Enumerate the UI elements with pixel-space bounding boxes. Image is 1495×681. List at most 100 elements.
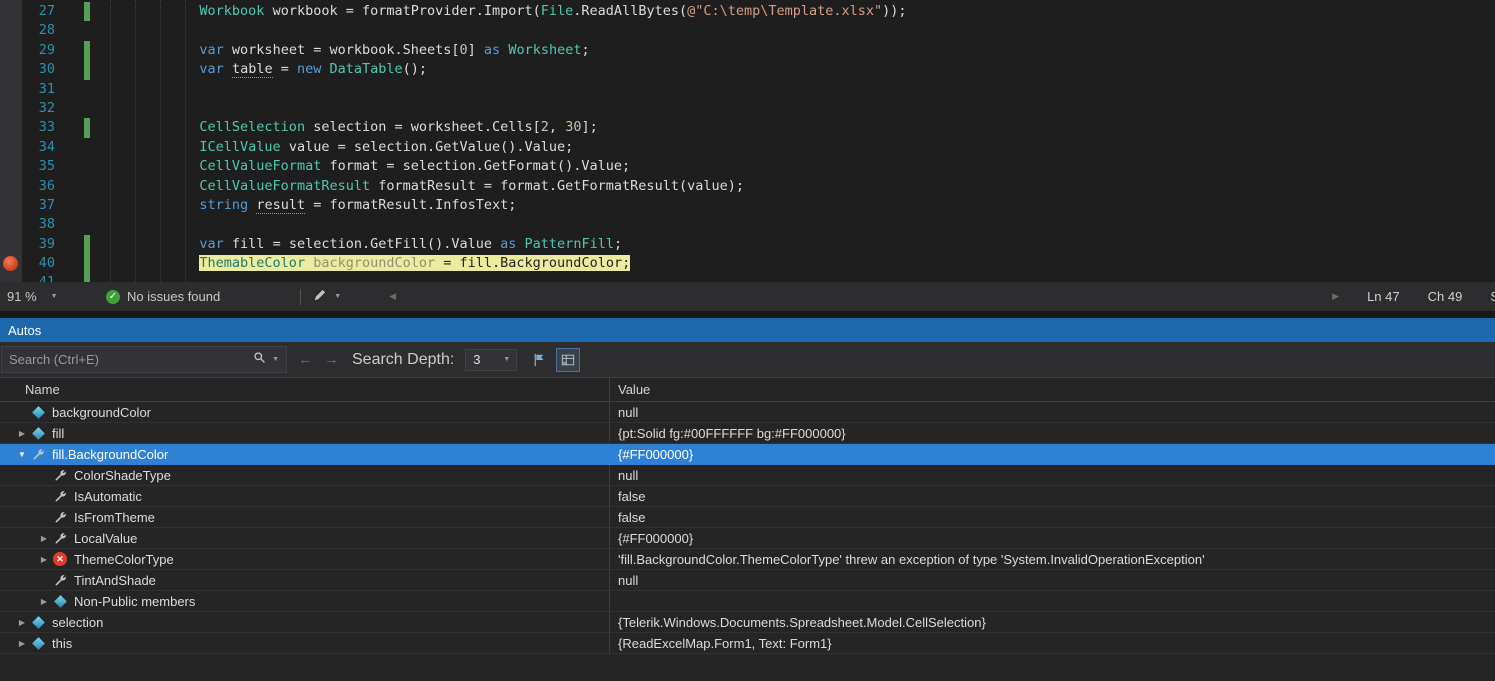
- editor-status-strip: 91 % ▼ ✓ No issues found ▼ ◀ ▶ Ln 47 Ch …: [0, 282, 1495, 311]
- hscroll-left-arrow[interactable]: ◀: [389, 291, 396, 302]
- breakpoint-gutter-cell[interactable]: [0, 157, 22, 176]
- variable-row[interactable]: ▶this{ReadExcelMap.Form1, Text: Form1}: [0, 633, 1495, 654]
- code-text[interactable]: var worksheet = workbook.Sheets[0] as Wo…: [110, 41, 590, 60]
- change-tracking-bar: [84, 118, 90, 137]
- line-number: 36: [22, 177, 60, 196]
- code-text[interactable]: var fill = selection.GetFill().Value as …: [110, 235, 622, 254]
- code-line: 34 ICellValue value = selection.GetValue…: [0, 138, 1495, 157]
- variable-value[interactable]: null: [610, 465, 1495, 485]
- document-health-indicator[interactable]: ✓ No issues found: [106, 289, 220, 304]
- line-number: 28: [22, 21, 60, 40]
- breakpoint-gutter-cell[interactable]: [0, 177, 22, 196]
- variable-name-cell[interactable]: IsFromTheme: [0, 507, 610, 527]
- code-text[interactable]: ICellValue value = selection.GetValue().…: [110, 138, 573, 157]
- variable-row[interactable]: ▶LocalValue{#FF000000}: [0, 528, 1495, 549]
- code-text[interactable]: Workbook workbook = formatProvider.Impor…: [110, 2, 907, 21]
- variable-row[interactable]: ▶✕ThemeColorType'fill.BackgroundColor.Th…: [0, 549, 1495, 570]
- expand-arrow-icon[interactable]: ▶: [14, 429, 30, 438]
- variable-value[interactable]: {#FF000000}: [610, 444, 1495, 464]
- breakpoint-gutter-cell[interactable]: [0, 99, 22, 118]
- breakpoint-gutter-cell[interactable]: [0, 273, 22, 282]
- variable-value[interactable]: false: [610, 486, 1495, 506]
- variable-row[interactable]: IsAutomaticfalse: [0, 486, 1495, 507]
- variable-value[interactable]: [610, 591, 1495, 611]
- expand-arrow-icon[interactable]: ▶: [36, 597, 52, 606]
- field-icon: [52, 593, 68, 609]
- name-column-header[interactable]: Name: [0, 378, 610, 401]
- variable-name-cell[interactable]: ▶LocalValue: [0, 528, 610, 548]
- code-line: 28: [0, 21, 1495, 40]
- breakpoint-gutter-cell[interactable]: [0, 215, 22, 234]
- value-column-header[interactable]: Value: [610, 378, 1495, 401]
- breakpoint-gutter-cell[interactable]: [0, 235, 22, 254]
- code-line: 41: [0, 273, 1495, 282]
- variable-value[interactable]: {#FF000000}: [610, 528, 1495, 548]
- zoom-control[interactable]: 91 % ▼: [0, 289, 72, 304]
- variable-row[interactable]: ▶Non-Public members: [0, 591, 1495, 612]
- variable-row[interactable]: ▼fill.BackgroundColor{#FF000000}: [0, 444, 1495, 465]
- breakpoint-gutter-cell[interactable]: [0, 196, 22, 215]
- edit-tracking-control[interactable]: ▼: [313, 288, 341, 305]
- variable-value[interactable]: false: [610, 507, 1495, 527]
- breakpoint-gutter-cell[interactable]: [0, 21, 22, 40]
- expand-arrow-icon[interactable]: ▶: [36, 534, 52, 543]
- search-icon[interactable]: [253, 351, 266, 369]
- code-text[interactable]: CellValueFormat format = selection.GetFo…: [110, 157, 630, 176]
- change-tracking-bar: [84, 99, 90, 118]
- code-text[interactable]: string result = formatResult.InfosText;: [110, 196, 516, 215]
- variable-value[interactable]: 'fill.BackgroundColor.ThemeColorType' th…: [610, 549, 1495, 569]
- code-editor[interactable]: 27 Workbook workbook = formatProvider.Im…: [0, 0, 1495, 282]
- variable-name-cell[interactable]: ▶this: [0, 633, 610, 653]
- variable-name-cell[interactable]: ColorShadeType: [0, 465, 610, 485]
- breakpoint-icon[interactable]: [3, 256, 18, 271]
- grid-toggle-icon[interactable]: [556, 348, 580, 372]
- breakpoint-gutter-cell[interactable]: [0, 2, 22, 21]
- variable-row[interactable]: ▶selection{Telerik.Windows.Documents.Spr…: [0, 612, 1495, 633]
- variable-name-cell[interactable]: ▶Non-Public members: [0, 591, 610, 611]
- variable-value[interactable]: {Telerik.Windows.Documents.Spreadsheet.M…: [610, 612, 1495, 632]
- search-depth-select[interactable]: 3 ▼: [465, 349, 517, 371]
- autos-title-bar[interactable]: Autos: [0, 318, 1495, 342]
- breakpoint-gutter-cell[interactable]: [0, 41, 22, 60]
- property-wrench-icon: [52, 530, 68, 546]
- variable-value[interactable]: {pt:Solid fg:#00FFFFFF bg:#FF000000}: [610, 423, 1495, 443]
- search-next-button[interactable]: →: [324, 351, 339, 368]
- variable-name-cell[interactable]: TintAndShade: [0, 570, 610, 590]
- breakpoint-gutter-cell[interactable]: [0, 80, 22, 99]
- expand-arrow-icon[interactable]: ▶: [36, 555, 52, 564]
- code-line: 39 var fill = selection.GetFill().Value …: [0, 235, 1495, 254]
- variable-name-cell[interactable]: backgroundColor: [0, 402, 610, 422]
- variable-name-cell[interactable]: IsAutomatic: [0, 486, 610, 506]
- variable-value[interactable]: {ReadExcelMap.Form1, Text: Form1}: [610, 633, 1495, 653]
- variable-value[interactable]: null: [610, 402, 1495, 422]
- breakpoint-gutter-cell[interactable]: [0, 60, 22, 79]
- hscroll-right-arrow[interactable]: ▶: [1332, 291, 1339, 302]
- breakpoint-gutter-cell[interactable]: [0, 254, 22, 273]
- autos-grid-header: Name Value: [0, 378, 1495, 402]
- editor-lines: 27 Workbook workbook = formatProvider.Im…: [0, 2, 1495, 282]
- expand-arrow-icon[interactable]: ▶: [14, 639, 30, 648]
- expand-arrow-icon[interactable]: ▶: [14, 618, 30, 627]
- variable-row[interactable]: backgroundColornull: [0, 402, 1495, 423]
- autos-rows: backgroundColornull▶fill{pt:Solid fg:#00…: [0, 402, 1495, 654]
- breakpoint-gutter-cell[interactable]: [0, 138, 22, 157]
- search-input[interactable]: Search (Ctrl+E) ▼: [1, 346, 287, 373]
- variable-row[interactable]: ColorShadeTypenull: [0, 465, 1495, 486]
- code-text[interactable]: var table = new DataTable();: [110, 60, 427, 79]
- variable-row[interactable]: ▶fill{pt:Solid fg:#00FFFFFF bg:#FF000000…: [0, 423, 1495, 444]
- variable-name-cell[interactable]: ▶fill: [0, 423, 610, 443]
- code-text[interactable]: CellValueFormatResult formatResult = for…: [110, 177, 744, 196]
- search-prev-button[interactable]: ←: [298, 351, 313, 368]
- variable-name-cell[interactable]: ▶selection: [0, 612, 610, 632]
- code-text[interactable]: CellSelection selection = worksheet.Cell…: [110, 118, 598, 137]
- variable-row[interactable]: IsFromThemefalse: [0, 507, 1495, 528]
- breakpoint-gutter-cell[interactable]: [0, 118, 22, 137]
- variable-value[interactable]: null: [610, 570, 1495, 590]
- variable-name-cell[interactable]: ▼fill.BackgroundColor: [0, 444, 610, 464]
- variable-row[interactable]: TintAndShadenull: [0, 570, 1495, 591]
- chevron-down-icon[interactable]: ▼: [272, 356, 279, 363]
- collapse-arrow-icon[interactable]: ▼: [14, 450, 30, 459]
- variable-name-cell[interactable]: ▶✕ThemeColorType: [0, 549, 610, 569]
- flag-icon[interactable]: [532, 353, 546, 367]
- code-text[interactable]: ThemableColor backgroundColor = fill.Bac…: [110, 254, 630, 273]
